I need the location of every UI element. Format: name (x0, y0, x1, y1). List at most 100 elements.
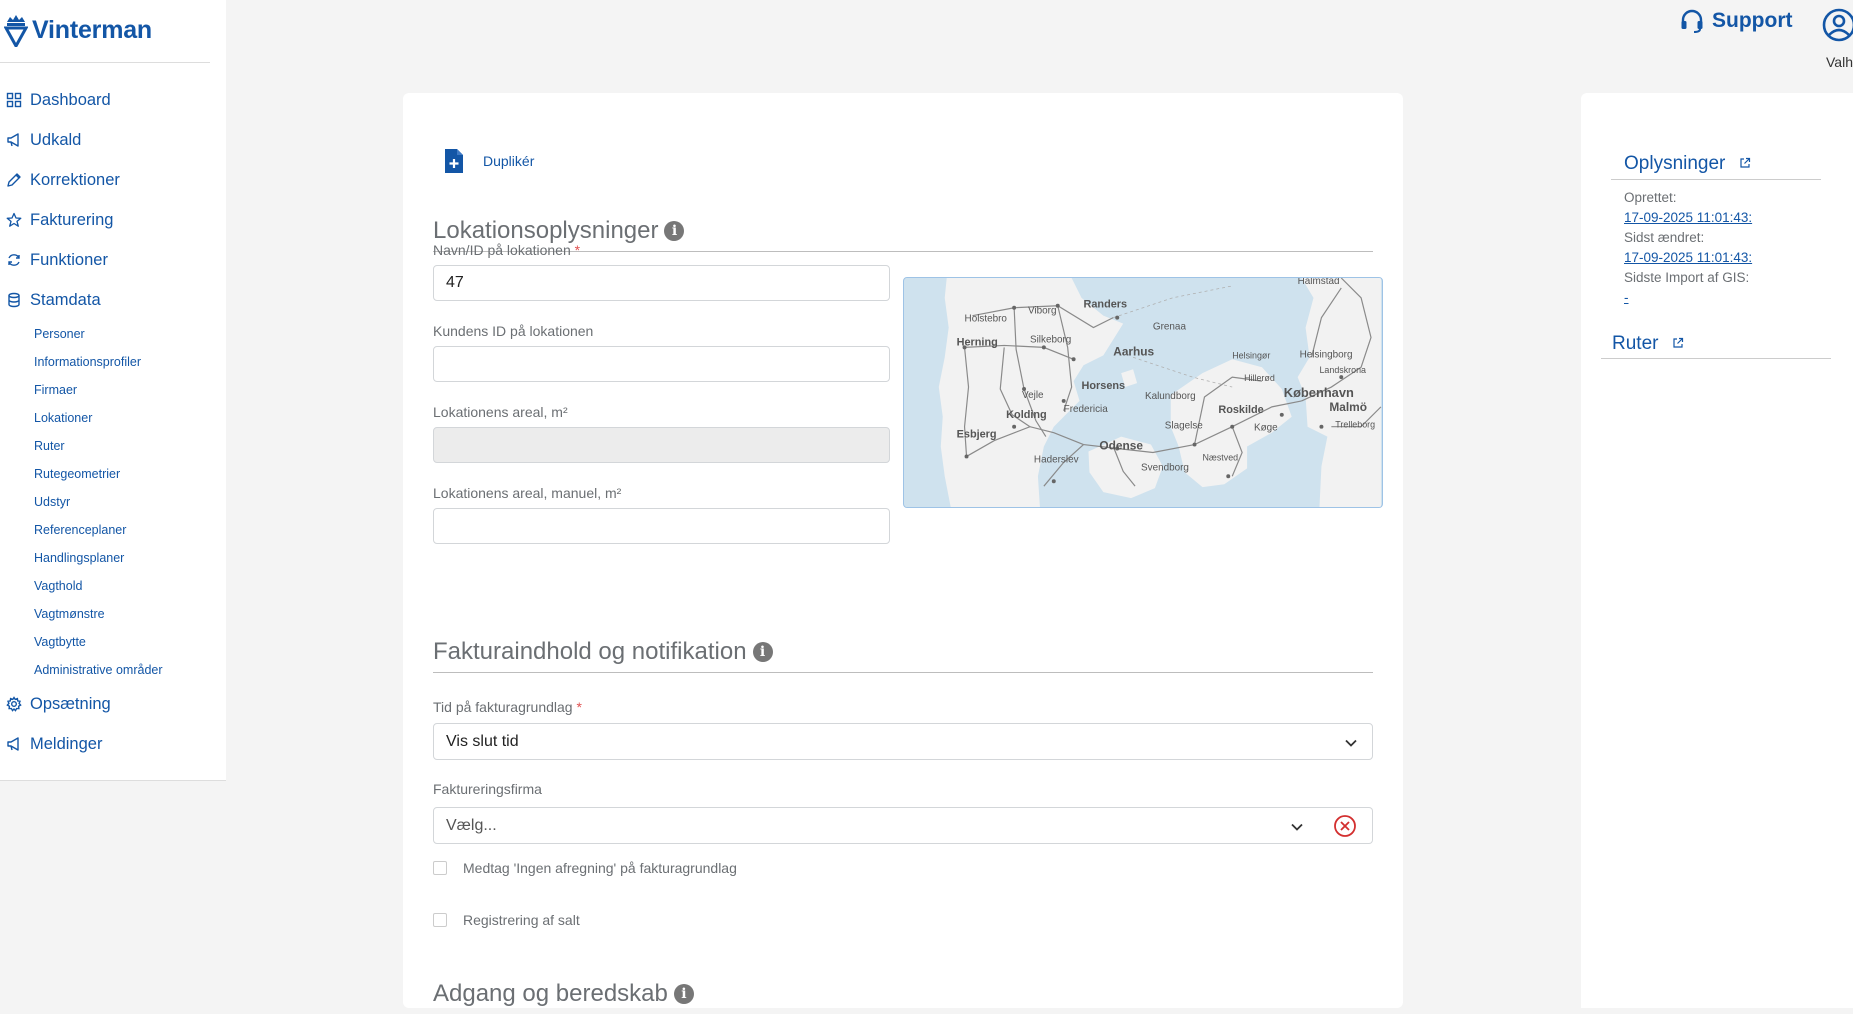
chevron-down-icon (1345, 739, 1357, 747)
map-label: Roskilde (1218, 404, 1263, 416)
info-icon[interactable]: i (752, 642, 773, 662)
sidebar-subitem-handlingsplaner[interactable]: Handlingsplaner (0, 544, 226, 572)
area-manual-input[interactable] (433, 508, 890, 544)
info-icon[interactable]: i (673, 984, 694, 1004)
created-label: Oprettet: (1624, 190, 1677, 205)
map-label: Holstebro (965, 314, 1008, 325)
sidebar-item-label: Stamdata (30, 290, 101, 309)
map-label: Helsingør (1232, 350, 1270, 360)
checkbox-row-no-settlement: Medtag 'Ingen afregning' på fakturagrund… (433, 860, 737, 876)
map-label: Malmö (1329, 400, 1367, 414)
clear-company-button[interactable] (1318, 807, 1373, 844)
sidebar-item-fakturering[interactable]: Fakturering (0, 200, 226, 240)
sidebar-item-label: Opsætning (30, 694, 111, 713)
invoice-time-label-text: Tid på fakturagrundlag (433, 699, 573, 715)
map-label: Horsens (1082, 380, 1126, 392)
logo[interactable]: Vinterman (4, 12, 152, 48)
sidebar-subitem-informationsprofiler[interactable]: Informationsprofiler (0, 348, 226, 376)
changed-value[interactable]: 17-09-2025 11:01:43: (1624, 250, 1752, 265)
map-label: Næstved (1202, 452, 1238, 462)
database-icon (8, 292, 20, 308)
map-label: Helsingborg (1300, 349, 1353, 360)
sidebar-item-label: Funktioner (30, 250, 108, 269)
sidebar-item-funktioner[interactable]: Funktioner (0, 240, 226, 280)
sidebar-item-udkald[interactable]: Udkald (0, 120, 226, 160)
no-settlement-checkbox[interactable] (433, 861, 447, 875)
info-title-link[interactable]: Oplysninger (1624, 153, 1751, 175)
sidebar-subitem-administrative-omraader[interactable]: Administrative områder (0, 656, 226, 684)
external-link-icon (1740, 157, 1750, 168)
map-label: Kolding (1006, 409, 1047, 421)
sidebar-subitem-vagtbytte[interactable]: Vagtbytte (0, 628, 226, 656)
sidebar-nav: Dashboard Udkald Korrektioner Fakturerin… (0, 80, 226, 764)
sidebar-subitem-vagtmonstre[interactable]: Vagtmønstre (0, 600, 226, 628)
name-input[interactable] (433, 265, 890, 301)
salt-registration-checkbox[interactable] (433, 913, 447, 927)
name-label: Navn/ID på lokationen * (433, 242, 580, 258)
megaphone-icon (7, 133, 19, 147)
sidebar-subitem-vagthold[interactable]: Vagthold (0, 572, 226, 600)
map-label: Esbjerg (957, 429, 997, 441)
invoice-time-select[interactable]: Vis slut tid (433, 723, 1373, 760)
customer-id-input[interactable] (433, 346, 890, 382)
section-title-text: Lokationsoplysninger (433, 217, 659, 244)
crown-logo-icon (4, 15, 28, 47)
sidebar-item-label: Korrektioner (30, 170, 120, 189)
created-value[interactable]: 17-09-2025 11:01:43: (1624, 210, 1752, 225)
map-label: Slagelse (1165, 421, 1203, 432)
duplicate-button[interactable]: Duplikér (443, 147, 534, 175)
sidebar-divider (0, 62, 210, 63)
section-title-text: Fakturaindhold og notifikation (433, 638, 747, 665)
close-circle-icon (1334, 814, 1356, 837)
sidebar-item-meldinger[interactable]: Meldinger (0, 724, 226, 764)
import-value[interactable]: - (1624, 290, 1629, 305)
map-label: Grenaa (1153, 322, 1187, 333)
info-panel: Oplysninger Oprettet: 17-09-2025 11:01:4… (1581, 93, 1853, 1008)
info-divider (1611, 179, 1821, 180)
invoice-time-value: Vis slut tid (446, 733, 519, 750)
map-label: Hillerød (1244, 373, 1275, 383)
sidebar-subitem-personer[interactable]: Personer (0, 320, 226, 348)
changed-label: Sidst ændret: (1624, 230, 1705, 245)
brand-name: Vinterman (32, 15, 153, 44)
map-label: Kalundborg (1145, 391, 1196, 402)
grid-icon (6, 92, 22, 108)
headset-icon (1681, 9, 1703, 33)
sidebar-item-stamdata[interactable]: Stamdata (0, 280, 226, 320)
map-label: Fredericia (1064, 404, 1109, 415)
map-label: Landskrona (1319, 365, 1366, 375)
sidebar-item-dashboard[interactable]: Dashboard (0, 80, 226, 120)
sidebar-subitem-ruter[interactable]: Ruter (0, 432, 226, 460)
routes-title-link[interactable]: Ruter (1612, 333, 1684, 355)
invoice-company-select[interactable]: Vælg... (433, 807, 1319, 844)
megaphone-icon (7, 737, 19, 751)
refresh-icon (8, 254, 20, 266)
external-link-icon (1673, 337, 1683, 348)
sidebar: Vinterman Dashboard Udkald Korrektioner … (0, 0, 226, 781)
stamdata-submenu: Personer Informationsprofiler Firmaer Lo… (0, 320, 226, 684)
support-link[interactable]: Support (1680, 8, 1792, 34)
sidebar-subitem-referenceplaner[interactable]: Referenceplaner (0, 516, 226, 544)
map-label: Silkeborg (1030, 334, 1071, 345)
invoice-company-placeholder: Vælg... (446, 817, 497, 834)
sidebar-subitem-firmaer[interactable]: Firmaer (0, 376, 226, 404)
sidebar-subitem-rutegeometrier[interactable]: Rutegeometrier (0, 460, 226, 488)
map-label: Halmstad (1298, 278, 1340, 287)
map-label: København (1284, 385, 1354, 400)
sidebar-item-label: Udkald (30, 130, 82, 149)
info-icon[interactable]: i (664, 221, 685, 241)
user-avatar-icon[interactable] (1822, 8, 1853, 42)
sidebar-subitem-udstyr[interactable]: Udstyr (0, 488, 226, 516)
sidebar-item-korrektioner[interactable]: Korrektioner (0, 160, 226, 200)
map-label: Viborg (1028, 306, 1056, 317)
map-label: Køge (1254, 423, 1278, 434)
checkbox-row-salt: Registrering af salt (433, 912, 580, 928)
location-map[interactable]: Halmstad Holstebro Viborg Randers Grenaa Hern… (903, 277, 1383, 508)
map-label: Svendborg (1141, 462, 1189, 473)
no-settlement-label: Medtag 'Ingen afregning' på fakturagrund… (463, 860, 737, 876)
area-input (433, 427, 890, 463)
sidebar-subitem-lokationer[interactable]: Lokationer (0, 404, 226, 432)
name-label-text: Navn/ID på lokationen (433, 242, 571, 258)
duplicate-label: Duplikér (483, 153, 535, 169)
sidebar-item-opsaetning[interactable]: Opsætning (0, 684, 226, 724)
